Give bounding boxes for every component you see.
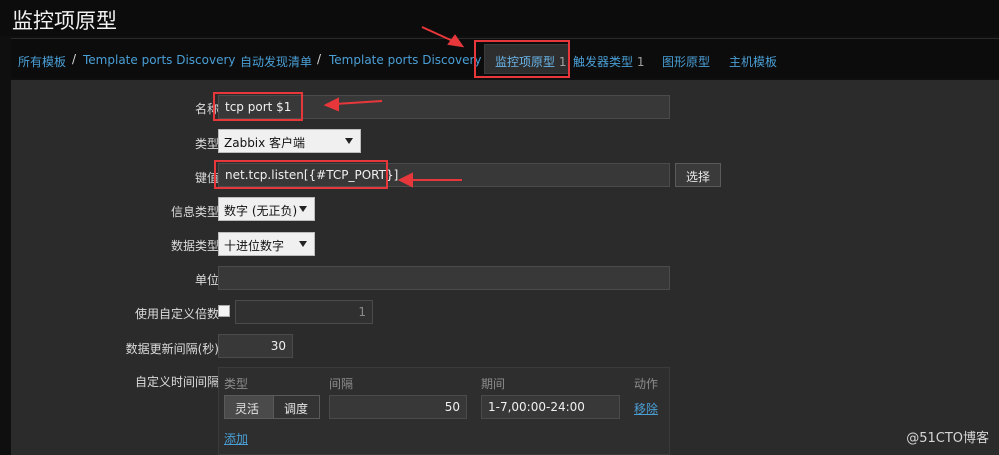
custom-intervals-table: 类型 间隔 期间 动作 灵活 调度 50 1-7,00:00-24:00 移除 … xyxy=(218,367,670,455)
breadcrumb-separator: / xyxy=(72,52,77,66)
add-interval-link[interactable]: 添加 xyxy=(224,430,248,447)
breadcrumb-nav: 所有模板 / Template ports Discovery 自动发现清单 /… xyxy=(11,38,999,78)
info-type-label: 信息类型 xyxy=(170,205,219,219)
custom-intervals-header-period: 期间 xyxy=(481,377,506,391)
breadcrumb-template[interactable]: Template ports Discovery xyxy=(83,53,236,67)
custom-multiplier-label: 使用自定义倍数 xyxy=(134,307,219,321)
select-key-button[interactable]: 选择 xyxy=(675,163,721,187)
tab-trigger-prototypes[interactable]: 触发器类型 1 xyxy=(573,53,644,70)
breadcrumb-discovery-template[interactable]: Template ports Discovery xyxy=(329,53,482,67)
units-label: 单位 xyxy=(194,273,219,287)
chevron-down-icon xyxy=(345,138,353,144)
update-interval-input[interactable]: 30 xyxy=(218,334,293,358)
name-label: 名称 xyxy=(194,102,219,116)
key-label: 键值 xyxy=(194,171,219,185)
remove-interval-link[interactable]: 移除 xyxy=(634,400,658,417)
interval-type-flexible-option[interactable]: 灵活 xyxy=(225,396,273,418)
custom-intervals-header-action: 动作 xyxy=(634,377,659,391)
interval-type-scheduling-option[interactable]: 调度 xyxy=(273,396,319,418)
watermark: @51CTO博客 xyxy=(906,431,989,446)
tab-host-templates[interactable]: 主机模板 xyxy=(729,53,777,70)
custom-intervals-label: 自定义时间间隔 xyxy=(134,375,219,389)
tab-item-prototypes-count: 1 xyxy=(558,55,567,69)
tab-trigger-prototypes-label: 触发器类型 xyxy=(573,55,634,69)
data-type-select[interactable]: 十进位数字 xyxy=(218,232,315,256)
interval-type-toggle: 灵活 调度 xyxy=(224,395,320,419)
interval-period-input[interactable]: 1-7,00:00-24:00 xyxy=(481,395,620,419)
page-header: 监控项原型 xyxy=(0,0,999,36)
tab-item-prototypes-label: 监控项原型 xyxy=(495,55,556,69)
info-type-select[interactable]: 数字 (无正负) xyxy=(218,197,315,221)
custom-multiplier-input: 1 xyxy=(235,300,373,324)
custom-multiplier-checkbox[interactable] xyxy=(218,305,230,317)
info-type-select-value: 数字 (无正负) xyxy=(224,204,298,218)
breadcrumb-separator: / xyxy=(317,52,322,66)
data-type-select-value: 十进位数字 xyxy=(224,239,285,253)
breadcrumb-all-templates[interactable]: 所有模板 xyxy=(18,53,66,70)
type-select-value: Zabbix 客户端 xyxy=(224,136,306,150)
type-select[interactable]: Zabbix 客户端 xyxy=(218,129,361,153)
data-type-label: 数据类型 xyxy=(170,239,219,253)
name-input[interactable]: tcp port $1 xyxy=(218,95,670,119)
units-input[interactable] xyxy=(218,266,670,290)
breadcrumb-discovery-list[interactable]: 自动发现清单 xyxy=(240,53,312,70)
interval-delay-input[interactable]: 50 xyxy=(329,395,467,419)
type-label: 类型 xyxy=(194,137,219,151)
update-interval-label: 数据更新间隔(秒) xyxy=(125,342,219,356)
key-input[interactable]: net.tcp.listen[{#TCP_PORT}] xyxy=(218,163,670,187)
page-title: 监控项原型 xyxy=(12,9,117,33)
chevron-down-icon xyxy=(299,241,307,247)
tab-graph-prototypes[interactable]: 图形原型 xyxy=(662,53,710,70)
custom-intervals-header-interval: 间隔 xyxy=(329,377,354,391)
tab-trigger-prototypes-count: 1 xyxy=(636,55,645,69)
chevron-down-icon xyxy=(299,206,307,212)
tab-item-prototypes[interactable]: 监控项原型 1 xyxy=(484,44,570,74)
custom-intervals-header-type: 类型 xyxy=(224,377,249,391)
